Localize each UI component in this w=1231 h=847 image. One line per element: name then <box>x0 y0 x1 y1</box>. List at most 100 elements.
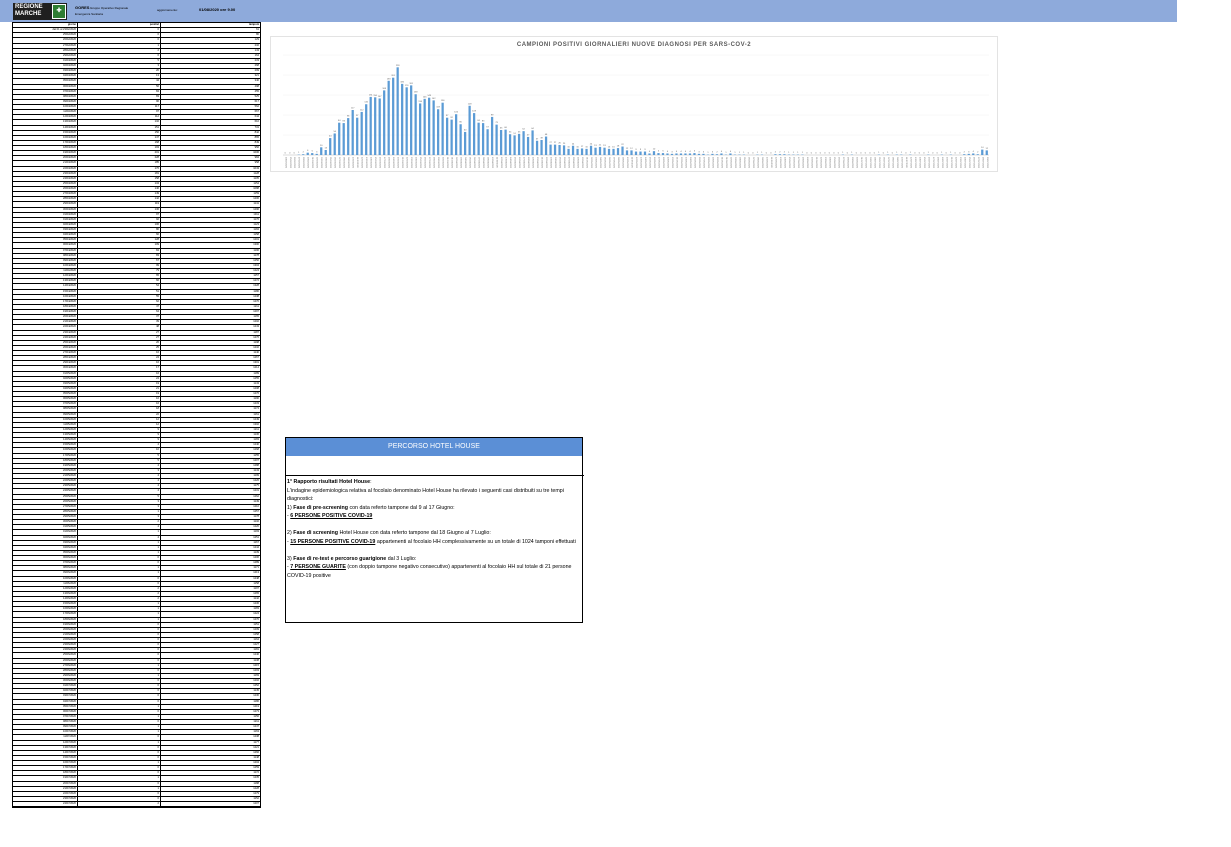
bar-value-label: 27 <box>554 142 557 144</box>
chart-bar <box>481 123 485 155</box>
x-tick-label: 20/04/2020 <box>536 157 538 169</box>
chart-bar <box>625 150 629 155</box>
x-tick-label: 08/06/2020 <box>756 157 758 169</box>
bar-value-label: 39 <box>540 138 543 140</box>
chart-bar <box>711 153 714 155</box>
x-tick-label: 07/06/2020 <box>752 157 754 169</box>
update-date: 01/08/2020 ore 9.00 <box>199 7 236 12</box>
hh-phase2-result: - 15 PERSONE POSITIVE COVID-19 appartene… <box>287 538 576 545</box>
x-tick-label: 07/04/2020 <box>478 157 480 169</box>
x-tick-label: 14/05/2020 <box>644 157 646 169</box>
bar-value-label: 106 <box>454 112 458 114</box>
x-tick-label: 11/04/2020 <box>496 157 498 169</box>
chart-bar <box>499 130 503 155</box>
chart-bar <box>607 148 611 155</box>
bar-value-label: 0 <box>289 153 291 155</box>
bar-value-label: 1 <box>761 152 763 154</box>
x-tick-label: 02/05/2020 <box>590 157 592 169</box>
x-tick-label: 25/05/2020 <box>693 157 695 169</box>
bar-value-label: 0 <box>824 153 826 155</box>
x-tick-label: 25/03/2020 <box>419 157 421 169</box>
chart-bar <box>315 153 318 155</box>
x-tick-label: 12/03/2020 <box>361 157 363 169</box>
x-tick-label: 13/03/2020 <box>365 157 367 169</box>
x-tick-label: 10/05/2020 <box>626 157 628 169</box>
x-tick-label: 17/04/2020 <box>523 157 525 169</box>
bar-value-label: 0 <box>892 153 894 155</box>
chart-bar <box>558 145 561 155</box>
x-tick-label: 24/04/2020 <box>554 157 556 169</box>
x-tick-label: 19/06/2020 <box>806 157 808 169</box>
bar-value-label: 0 <box>752 153 754 155</box>
bar-value-label: 16 <box>576 146 579 148</box>
chart-bar <box>401 83 404 155</box>
daily-data-table: giorno positivi tamponi dal 01 al 23/02/… <box>12 22 261 808</box>
x-tick-label: 30/06/2020 <box>855 157 857 169</box>
bar-value-label: 1 <box>743 152 745 154</box>
chart-bar <box>553 144 557 155</box>
chart-bar <box>967 153 970 155</box>
x-tick-label: 03/05/2020 <box>595 157 597 169</box>
x-tick-label: 08/03/2020 <box>343 157 345 169</box>
x-tick-label: 08/05/2020 <box>617 157 619 169</box>
chart-bar <box>598 146 602 155</box>
cell-tests: 1243 <box>160 806 260 807</box>
bar-value-label: 1 <box>725 152 727 154</box>
chart-bar <box>774 154 777 155</box>
x-tick-label: 16/04/2020 <box>518 157 520 169</box>
bar-value-label: 3 <box>698 151 700 153</box>
chart-bar <box>405 87 408 155</box>
x-tick-label: 20/07/2020 <box>945 157 947 169</box>
bar-value-label: 3 <box>968 151 970 153</box>
x-tick-label: 22/06/2020 <box>819 157 821 169</box>
bar-value-label: 134 <box>418 101 422 103</box>
bar-value-label: 0 <box>856 153 858 155</box>
chart-bar <box>423 98 426 155</box>
chart-bar <box>972 153 975 155</box>
bar-value-label: 5 <box>694 151 696 153</box>
org-description: Gruppo Operativo Regionale <box>90 6 129 10</box>
x-tick-label: 27/02/2020 <box>298 157 300 169</box>
x-tick-label: 02/06/2020 <box>729 157 731 169</box>
chart-bar <box>652 151 656 155</box>
bar-value-label: 67 <box>486 127 489 129</box>
x-tick-label: 03/07/2020 <box>869 157 871 169</box>
chart-bar <box>684 153 687 155</box>
chart-bar <box>356 117 359 155</box>
chart-bar <box>567 148 570 155</box>
x-tick-label: 10/07/2020 <box>900 157 902 169</box>
chart-bar <box>387 80 390 155</box>
hh-heading: 1° Rapporto risultati Hotel House: <box>287 479 372 485</box>
x-tick-label: 27/04/2020 <box>568 157 570 169</box>
bar-value-label: 119 <box>436 107 440 109</box>
chart-bar <box>392 77 395 155</box>
x-tick-label: 05/05/2020 <box>604 157 606 169</box>
x-tick-label: 19/04/2020 <box>532 157 534 169</box>
bar-value-label: 142 <box>432 98 436 100</box>
bar-value-label: 185 <box>400 81 404 83</box>
bar-value-label: 0 <box>923 153 925 155</box>
chart-bar <box>715 154 719 155</box>
chart-bar <box>369 96 372 155</box>
bar-value-label: 0 <box>285 153 287 155</box>
x-tick-label: 17/06/2020 <box>797 157 799 169</box>
bar-value-label: 0 <box>959 153 961 155</box>
bar-value-label: 5 <box>312 151 314 153</box>
chart-bar <box>437 109 440 155</box>
chart-bar <box>508 134 512 155</box>
chart-bar <box>657 153 660 155</box>
x-tick-label: 26/04/2020 <box>563 157 565 169</box>
bar-value-label: 2 <box>977 152 979 154</box>
x-tick-label: 02/07/2020 <box>864 157 866 169</box>
x-tick-label: 04/07/2020 <box>873 157 875 169</box>
cell-date: 25/07/2020 <box>13 806 78 807</box>
x-tick-label: 14/03/2020 <box>370 157 372 169</box>
bar-value-label: 0 <box>955 153 957 155</box>
chart-canvas: 024/02/2020025/02/2020026/02/2020127/02/… <box>283 54 989 169</box>
bar-value-label: 0 <box>806 153 808 155</box>
chart-bar <box>351 110 354 155</box>
x-tick-label: 12/05/2020 <box>635 157 637 169</box>
chart-bar <box>383 90 386 155</box>
bar-value-label: 0 <box>905 153 907 155</box>
x-tick-label: 31/05/2020 <box>720 157 722 169</box>
